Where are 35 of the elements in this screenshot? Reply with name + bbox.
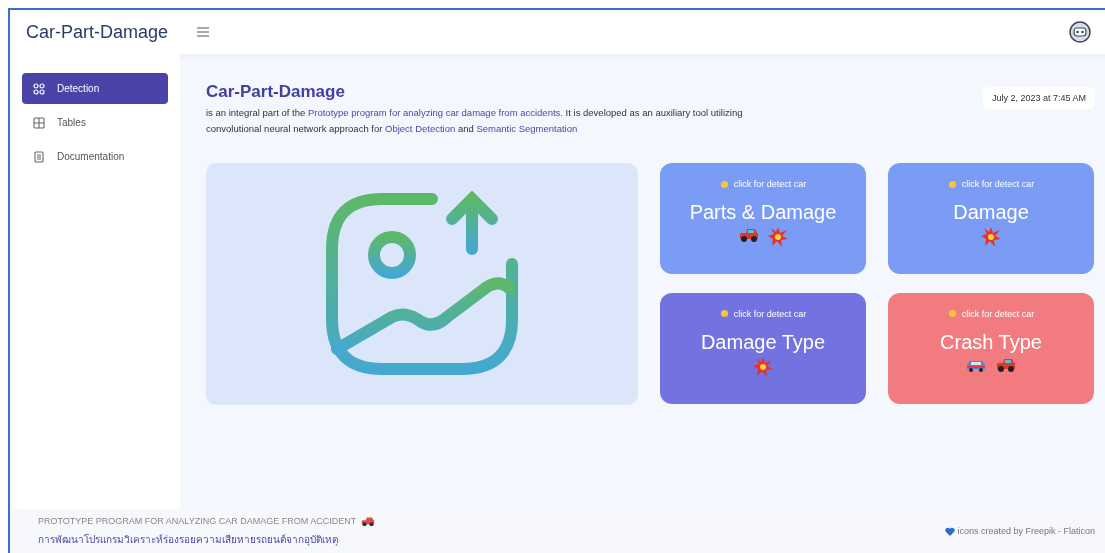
card-hint: click for detect car: [947, 179, 1035, 189]
explosion-icon: [768, 227, 788, 247]
card-title: Damage: [953, 201, 1029, 224]
credit-text: icons created by Freepik - Flaticon: [945, 526, 1095, 536]
description-link[interactable]: Semantic Segmentation: [476, 123, 578, 134]
description-text: is an integral part of the Prototype program for analyzing car damage from accidents. It is developed as an auxiliary tool utilizing convolutional neural network approach for Object Detection and Semantic Segmentation: [206, 106, 744, 136]
date-badge: July 2, 2023 at 7:45 AM: [982, 87, 1095, 109]
car-icon: [738, 227, 760, 243]
detect-card[interactable]: click for detect car Damage Type: [660, 292, 866, 404]
footer-subtitle: การพัฒนาโปรแกรมวิเคราะห์ร่องรอยความเสียหายรถยนต์จากอุบัติเหตุ: [38, 532, 339, 547]
document-icon: [33, 150, 45, 163]
sidebar-item[interactable]: Detection: [22, 73, 168, 104]
app-title: Car-Part-Damage: [26, 21, 169, 43]
card-hint: click for detect car: [719, 179, 807, 189]
sidebar-item[interactable]: Tables: [22, 107, 168, 138]
car-icon: [995, 356, 1017, 373]
grid-icon: [33, 82, 45, 95]
card-title: Parts & Damage: [689, 201, 837, 224]
description-link[interactable]: Prototype program for analyzing car damage from accidents.: [307, 107, 563, 118]
robot-avatar-icon[interactable]: [1069, 21, 1091, 43]
menu-icon[interactable]: [196, 27, 211, 37]
heart-icon: [945, 526, 956, 536]
upload-area[interactable]: [206, 163, 638, 405]
explosion-icon: [753, 356, 773, 377]
explosion-icon: [981, 227, 1001, 247]
sidebar-item[interactable]: Documentation: [22, 141, 168, 172]
description-link[interactable]: Object Detection: [385, 123, 456, 134]
card-hint: click for detect car: [947, 308, 1035, 319]
card-hint: click for detect car: [719, 308, 807, 319]
page-title: Car-Part-Damage: [206, 82, 346, 102]
table-icon: [33, 116, 45, 129]
car-icon: [360, 515, 377, 527]
footer-title: PROTOTYPE PROGRAM FOR ANALYZING CAR DAMAGE FROM ACCIDENT: [38, 515, 377, 527]
card-title: Crash Type: [940, 330, 1042, 354]
card-title: Damage Type: [700, 330, 826, 354]
